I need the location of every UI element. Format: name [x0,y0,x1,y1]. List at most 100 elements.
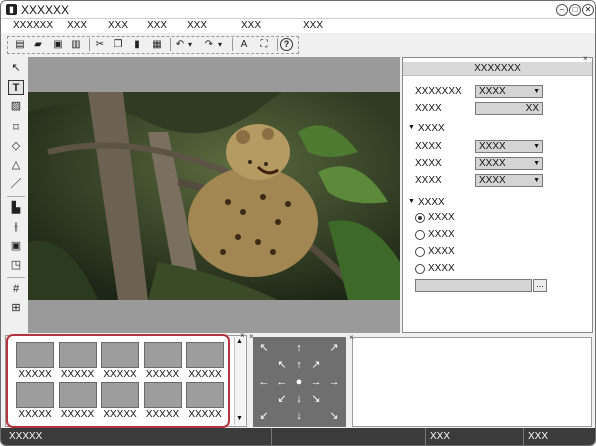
undo-icon[interactable]: ↶ [173,38,187,51]
direction-pad: × ↖ ↑ ↗ ← ● → ↙ ↓ ↘ ↖ ↑ ↗ ← → ↙ ↓ ↘ [249,332,346,427]
scroll-down-icon[interactable]: ▼ [236,415,243,422]
line-tool-icon[interactable]: ／ [8,177,24,192]
radio-option-3[interactable] [415,247,425,257]
new-file-icon[interactable]: ▤ [13,38,27,51]
property-label: XXXX [415,103,442,114]
image-tool-icon[interactable]: ▨ [8,99,24,114]
inner-arrow-icon[interactable]: ↘ [309,392,323,406]
shape-tool-icon[interactable]: △ [8,158,24,173]
section-header[interactable]: XXXX [418,197,445,208]
grid-icon[interactable]: # [8,282,24,297]
menu-item-3[interactable]: XXX [108,20,128,31]
arrow-down-left-icon[interactable]: ↙ [257,409,271,423]
collapse-arrow-icon[interactable]: ▼ [408,198,415,205]
inner-arrow-icon[interactable]: ↙ [275,392,289,406]
open-folder-icon[interactable]: ▰ [31,38,45,51]
undo-dropdown-icon[interactable]: ▾ [186,38,194,51]
redo-icon[interactable]: ↷ [202,38,216,51]
menu-item-7[interactable]: XXX [303,20,323,31]
arrow-left-icon[interactable]: ← [257,375,271,389]
minimize-button[interactable]: – [556,4,568,16]
pen-tool-icon[interactable]: ◇ [8,139,24,154]
toolbar-separator [89,38,90,51]
inner-arrow-icon[interactable]: ↓ [292,392,306,406]
collapse-arrow-icon[interactable]: ▼ [408,124,415,131]
group-icon[interactable]: ◳ [8,258,24,273]
radio-option-2[interactable] [415,230,425,240]
delete-icon[interactable]: ▥ [69,38,83,51]
inner-arrow-icon[interactable]: ↑ [292,358,306,372]
redo-dropdown-icon[interactable]: ▾ [216,38,224,51]
menu-bar: XXXXXX XXX XXX XXX XXX XXX XXX [1,19,595,33]
property-select[interactable]: XXXX ▼ [475,174,543,187]
menu-item-1[interactable]: XXXXXX [13,20,53,31]
tool-separator [7,196,25,197]
left-toolbar: ↖ T ▨ ⌑ ◇ △ ／ ▙ ⫲ ▣ ◳ # ⊞ [3,57,27,329]
toolbar-separator [232,38,233,51]
property-select[interactable]: XXXX ▼ [475,140,543,153]
arrow-center-icon[interactable]: ● [292,375,306,389]
status-empty [271,428,425,445]
capture-icon[interactable]: ⛶ [257,38,271,51]
browse-button[interactable]: ... [533,279,547,292]
select-value: XXXX [479,141,506,152]
property-label: XXXX [415,158,442,169]
inner-arrow-icon[interactable]: ↗ [309,358,323,372]
text-tool-icon[interactable]: T [8,80,24,95]
close-button[interactable]: ✕ [582,4,594,16]
arrow-down-right-icon[interactable]: ↘ [327,409,341,423]
section-header[interactable]: XXXX [418,123,445,134]
radio-option-1[interactable] [415,213,425,223]
property-select[interactable]: XXXX ▼ [475,157,543,170]
radio-label: XXXX [428,246,455,257]
save-icon[interactable]: ▣ [51,38,65,51]
preview-close-icon[interactable]: × [349,333,354,342]
cut-icon[interactable]: ✂ [93,38,107,51]
arrow-right-icon[interactable]: → [327,375,341,389]
inner-arrow-icon[interactable]: ↖ [275,358,289,372]
radio-label: XXXX [428,263,455,274]
effect-preview-pane: × [349,333,592,427]
arrow-up-left-icon[interactable]: ↖ [257,341,271,355]
maximize-button[interactable]: □ [569,4,581,16]
scroll-up-icon[interactable]: ▲ [236,338,243,345]
inner-arrow-icon[interactable]: → [309,375,323,389]
paste-icon[interactable]: ▮ [130,38,144,51]
toolbar-separator [170,38,171,51]
arrow-up-icon[interactable]: ↑ [292,341,306,355]
select-arrow-icon[interactable]: ↖ [8,61,24,76]
clipboard-icon[interactable]: ▦ [150,38,164,51]
dirpad-close-icon[interactable]: × [249,332,254,341]
rectangle-tool-icon[interactable]: ⌑ [8,121,24,136]
property-select[interactable]: XXXX ▼ [475,85,543,98]
property-label: XXXX [415,141,442,152]
path-field[interactable] [415,279,532,292]
layer-order-icon[interactable]: ▣ [8,239,24,254]
chevron-down-icon: ▼ [533,160,540,167]
copy-icon[interactable]: ❐ [111,38,125,51]
inner-arrow-icon[interactable]: ← [275,375,289,389]
menu-item-2[interactable]: XXX [67,20,87,31]
select-value: XXXX [479,175,506,186]
chevron-down-icon: ▼ [533,88,540,95]
help-icon[interactable]: ? [280,38,293,51]
table-icon[interactable]: ⊞ [8,301,24,316]
menu-item-5[interactable]: XXX [187,20,207,31]
app-window: ▮ XXXXXX – □ ✕ XXXXXX XXX XXX XXX XXX XX… [0,0,596,446]
radio-option-4[interactable] [415,264,425,274]
arrow-down-icon[interactable]: ↓ [292,409,306,423]
preview-canvas[interactable] [28,57,400,333]
property-label: XXXX [415,175,442,186]
align-left-icon[interactable]: ▙ [8,201,24,216]
palette-scrollbar[interactable]: ▲ ▼ [234,337,245,425]
properties-title: XXXXXXX [403,62,592,76]
align-center-icon[interactable]: ⫲ [8,220,24,235]
arrow-up-right-icon[interactable]: ↗ [327,341,341,355]
status-left: XXXXX [9,431,43,442]
property-field[interactable]: XX [475,102,543,115]
menu-item-6[interactable]: XXX [241,20,261,31]
jaguar-in-tree-image [28,92,400,300]
selection-highlight [6,334,230,428]
font-icon[interactable]: A [237,38,251,51]
menu-item-4[interactable]: XXX [147,20,167,31]
